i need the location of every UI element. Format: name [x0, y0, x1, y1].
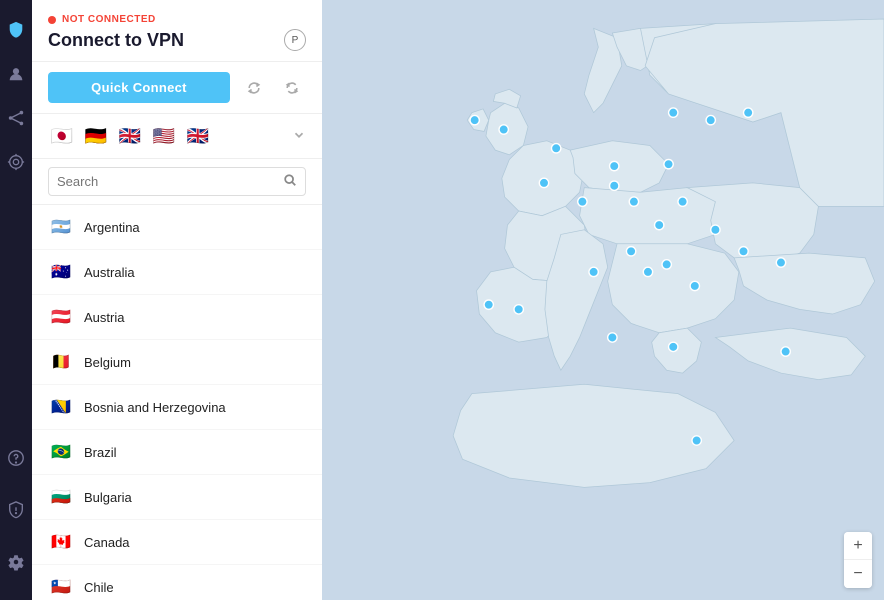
sidebar-bottom [0, 440, 32, 588]
pin-button[interactable]: P [284, 29, 306, 51]
country-flag: 🇦🇷 [48, 214, 74, 240]
country-item-brazil[interactable]: 🇧🇷 Brazil [32, 430, 322, 475]
map-dot-bosnia [643, 267, 652, 276]
flags-row: 🇯🇵 🇩🇪 🇬🇧 🇺🇸 🇬🇧 [32, 114, 322, 159]
flag-japan[interactable]: 🇯🇵 [48, 122, 76, 150]
status-dot [48, 16, 56, 24]
sidebar-icon-user[interactable] [0, 56, 32, 92]
map-dot-germany [610, 161, 619, 170]
zoom-in-button[interactable]: + [844, 532, 872, 560]
left-sidebar [0, 0, 32, 600]
map-dot-romania [711, 225, 720, 234]
flags-expand-button[interactable] [292, 128, 306, 145]
connect-row: Connect to VPN P [48, 29, 306, 51]
map-dot-moldova [739, 247, 748, 256]
country-item-austria[interactable]: 🇦🇹 Austria [32, 295, 322, 340]
sidebar-icon-shield-warning[interactable] [0, 492, 32, 528]
refresh-button[interactable] [240, 74, 268, 102]
country-flag: 🇧🇷 [48, 439, 74, 465]
panel-header: NOT CONNECTED Connect to VPN P [32, 0, 322, 62]
sidebar-icon-target[interactable] [0, 144, 32, 180]
quick-connect-row: Quick Connect [32, 62, 322, 114]
map-dot-ukraine [776, 258, 785, 267]
country-item-argentina[interactable]: 🇦🇷 Argentina [32, 205, 322, 250]
status-text: NOT CONNECTED [62, 14, 156, 25]
flag-uk2[interactable]: 🇬🇧 [184, 122, 212, 150]
search-row [32, 159, 322, 205]
country-flag: 🇦🇺 [48, 259, 74, 285]
search-wrap [48, 167, 306, 196]
country-name: Chile [84, 580, 114, 595]
map-dot-czech [610, 181, 619, 190]
connect-title: Connect to VPN [48, 30, 184, 51]
country-list: 🇦🇷 Argentina 🇦🇺 Australia 🇦🇹 Austria 🇧🇪 Belgium… [32, 205, 322, 600]
sidebar-icon-settings[interactable] [0, 544, 32, 580]
sidebar-icon-share[interactable] [0, 100, 32, 136]
search-icon[interactable] [283, 173, 297, 190]
country-flag: 🇧🇪 [48, 349, 74, 375]
country-item-australia[interactable]: 🇦🇺 Australia [32, 250, 322, 295]
country-name: Canada [84, 535, 130, 550]
map-dot-portugal [484, 300, 493, 309]
country-item-chile[interactable]: 🇨🇱 Chile [32, 565, 322, 600]
map-dot-slovakia [678, 197, 687, 206]
country-item-bosnia-and-herzegovina[interactable]: 🇧🇦 Bosnia and Herzegovina [32, 385, 322, 430]
flag-germany[interactable]: 🇩🇪 [82, 122, 110, 150]
country-name: Bulgaria [84, 490, 132, 505]
flag-us[interactable]: 🇺🇸 [150, 122, 178, 150]
country-item-bulgaria[interactable]: 🇧🇬 Bulgaria [32, 475, 322, 520]
map-dot-italy-south [608, 333, 617, 342]
country-name: Belgium [84, 355, 131, 370]
redo-button[interactable] [278, 74, 306, 102]
status-row: NOT CONNECTED [48, 14, 306, 25]
map-dot-ireland [470, 115, 479, 124]
quick-connect-button[interactable]: Quick Connect [48, 72, 230, 103]
country-name: Brazil [84, 445, 117, 460]
main-panel: NOT CONNECTED Connect to VPN P Quick Con… [32, 0, 322, 600]
map-dot-netherlands [551, 144, 560, 153]
map-dot-bulgaria [690, 281, 699, 290]
map-dot-uk [499, 125, 508, 134]
zoom-out-button[interactable]: − [844, 560, 872, 588]
sidebar-icon-shield[interactable] [0, 12, 32, 48]
map-dot-latvia [706, 115, 715, 124]
zoom-controls: + − [844, 532, 872, 588]
map-area: + − [322, 0, 884, 600]
map-dot-hungary [655, 220, 664, 229]
map-dot-switzerland [578, 197, 587, 206]
flag-uk[interactable]: 🇬🇧 [116, 122, 144, 150]
map-dot-turkey [781, 347, 790, 356]
map-dot-austria [629, 197, 638, 206]
country-name: Austria [84, 310, 124, 325]
sidebar-icon-help[interactable] [0, 440, 32, 476]
country-flag: 🇨🇱 [48, 574, 74, 600]
search-input[interactable] [57, 174, 277, 189]
map-dot-spain [514, 305, 523, 314]
map-dot-italy [589, 267, 598, 276]
map-dot-poland [664, 160, 673, 169]
country-name: Australia [84, 265, 135, 280]
map-dot-serbia [662, 260, 671, 269]
map-dot-north-africa [692, 436, 701, 445]
map-dot-baltic [669, 108, 678, 117]
map-dot-croatia [626, 247, 635, 256]
country-flag: 🇧🇬 [48, 484, 74, 510]
map-dot-greece [669, 342, 678, 351]
country-flag: 🇨🇦 [48, 529, 74, 555]
country-name: Bosnia and Herzegovina [84, 400, 226, 415]
country-flag: 🇦🇹 [48, 304, 74, 330]
country-item-belgium[interactable]: 🇧🇪 Belgium [32, 340, 322, 385]
country-name: Argentina [84, 220, 140, 235]
map-dot-russia [744, 108, 753, 117]
map-dot-france [539, 178, 548, 187]
country-flag: 🇧🇦 [48, 394, 74, 420]
country-item-canada[interactable]: 🇨🇦 Canada [32, 520, 322, 565]
